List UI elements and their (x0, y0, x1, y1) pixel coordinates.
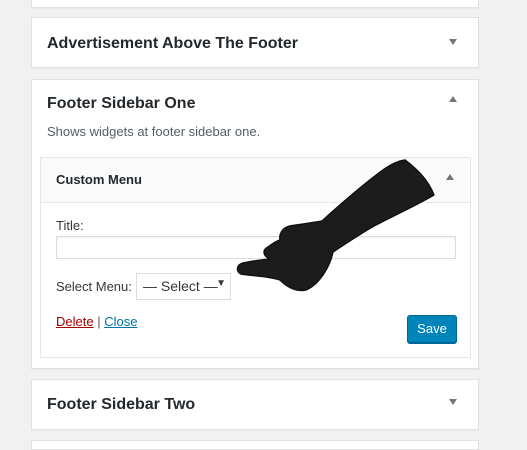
triangle-down-icon[interactable] (449, 39, 457, 45)
sidebar-description: Shows widgets at footer sidebar one. (47, 124, 261, 139)
select-menu-dropdown[interactable]: — Select — ▼ (136, 273, 231, 300)
widget-control-links: Delete | Close (56, 314, 137, 329)
save-button[interactable]: Save (407, 315, 457, 343)
widget-header[interactable]: Custom Menu (41, 158, 470, 203)
sidebar-panel-below (31, 440, 479, 450)
sidebar-title-footer-one[interactable]: Footer Sidebar One (47, 95, 195, 113)
sidebar-title-footer-two[interactable]: Footer Sidebar Two (47, 396, 195, 414)
custom-menu-widget: Custom Menu Title: Select Menu: — Select… (40, 157, 471, 358)
sidebar-panel-advertisement[interactable]: Advertisement Above The Footer (31, 17, 479, 68)
triangle-up-icon[interactable] (446, 174, 454, 180)
close-link[interactable]: Close (104, 314, 137, 329)
sidebar-panel-above (31, 0, 479, 8)
link-separator: | (97, 314, 101, 329)
delete-link[interactable]: Delete (56, 314, 94, 329)
sidebar-panel-footer-two[interactable]: Footer Sidebar Two (31, 379, 479, 430)
sidebar-title-advertisement[interactable]: Advertisement Above The Footer (47, 35, 298, 53)
sidebar-panel-footer-one: Footer Sidebar One Shows widgets at foot… (31, 79, 479, 369)
widget-title[interactable]: Custom Menu (56, 172, 142, 187)
title-field-label: Title: (56, 218, 84, 233)
title-input[interactable] (56, 236, 456, 259)
select-menu-label: Select Menu: (56, 279, 132, 294)
triangle-up-icon[interactable] (449, 96, 457, 102)
select-menu-value: — Select — (143, 278, 218, 294)
triangle-down-icon[interactable] (449, 399, 457, 405)
dropdown-arrow-icon: ▼ (216, 278, 226, 289)
